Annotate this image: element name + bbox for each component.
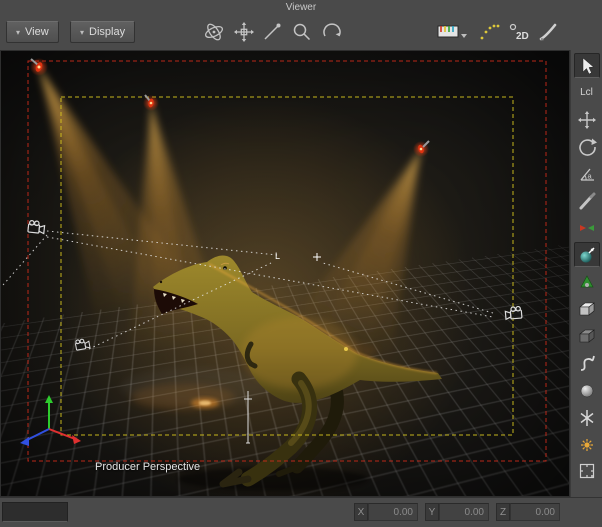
flare-icon[interactable] — [574, 431, 600, 456]
pan-icon[interactable] — [232, 21, 256, 43]
y-value-input[interactable] — [439, 503, 489, 521]
spline-icon[interactable] — [574, 350, 600, 375]
2d-mode-icon[interactable]: 2D — [507, 22, 531, 42]
camera-name-label: Producer Perspective — [95, 461, 200, 473]
camera-gizmo-right[interactable] — [505, 306, 522, 319]
x-value-input[interactable] — [368, 503, 418, 521]
pen-icon[interactable] — [538, 22, 560, 42]
main-area: L — [0, 50, 602, 497]
trex-nostril — [160, 281, 162, 283]
axis-x-label: X — [354, 503, 368, 521]
white-cube-icon[interactable] — [574, 296, 600, 321]
coord-field-z: Z — [496, 503, 560, 521]
svg-text:2D: 2D — [516, 31, 529, 42]
display-menu-button[interactable]: ▾ Display — [70, 21, 135, 43]
z-value-input[interactable] — [510, 503, 560, 521]
protractor-icon[interactable]: a — [574, 161, 600, 186]
key-colors-icon[interactable] — [574, 215, 600, 240]
display-menu-label: Display — [89, 26, 125, 38]
view-menu-label: View — [25, 26, 49, 38]
lcl-gbl-toggle[interactable]: Lcl — [574, 80, 600, 105]
translate-icon[interactable] — [574, 107, 600, 132]
view-menu-button[interactable]: ▾ View — [6, 21, 59, 43]
dotted-curve-icon[interactable] — [479, 22, 501, 42]
scene-svg: L — [1, 51, 570, 497]
lcl-label: Lcl — [580, 87, 593, 98]
coordinate-fields: X Y Z — [354, 503, 560, 521]
right-toolbar: Lcl a — [570, 50, 602, 497]
viewer-window: Viewer ▾ View ▾ Display — [0, 0, 602, 527]
zoom-icon[interactable] — [290, 21, 314, 43]
chevron-down-icon: ▾ — [80, 28, 84, 37]
gray-cube-icon[interactable] — [574, 323, 600, 348]
rotate-icon[interactable] — [574, 134, 600, 159]
arc-rotate-icon[interactable] — [320, 21, 344, 43]
coord-field-x: X — [354, 503, 418, 521]
green-cone-icon[interactable] — [574, 269, 600, 294]
axis-z-label: Z — [496, 503, 510, 521]
chevron-down-icon: ▾ — [16, 28, 20, 37]
window-title-bar: Viewer — [0, 0, 602, 14]
camera-gizmo-left[interactable] — [28, 220, 45, 233]
sphere-icon[interactable] — [574, 377, 600, 402]
status-bar: X Y Z — [0, 497, 602, 527]
window-title: Viewer — [286, 2, 316, 13]
coord-field-y: Y — [425, 503, 489, 521]
spotlight-3[interactable] — [413, 141, 429, 157]
bone-asterisk-icon[interactable] — [574, 404, 600, 429]
sphere-arrow-icon[interactable] — [574, 242, 600, 267]
dropdown-arrow-icon — [461, 34, 467, 38]
status-left-field[interactable] — [2, 502, 68, 522]
axis-gizmo — [20, 395, 81, 446]
ruler-icon[interactable] — [437, 22, 469, 42]
spotlight-1[interactable] — [30, 58, 48, 76]
link-line-icon[interactable] — [260, 21, 284, 43]
svg-text:a: a — [587, 171, 592, 180]
null-marker — [344, 347, 348, 351]
viewport-canvas[interactable]: L — [0, 50, 570, 497]
select-arrow-icon[interactable] — [574, 53, 600, 78]
viewer-toolbar: ▾ View ▾ Display — [0, 14, 602, 50]
marker-pen-icon[interactable] — [574, 188, 600, 213]
axis-y-label: Y — [425, 503, 439, 521]
marker-l-label: L — [275, 251, 280, 261]
orbit-icon[interactable] — [202, 21, 226, 43]
spotlight-2[interactable] — [143, 95, 159, 111]
frame-icon[interactable] — [574, 458, 600, 483]
